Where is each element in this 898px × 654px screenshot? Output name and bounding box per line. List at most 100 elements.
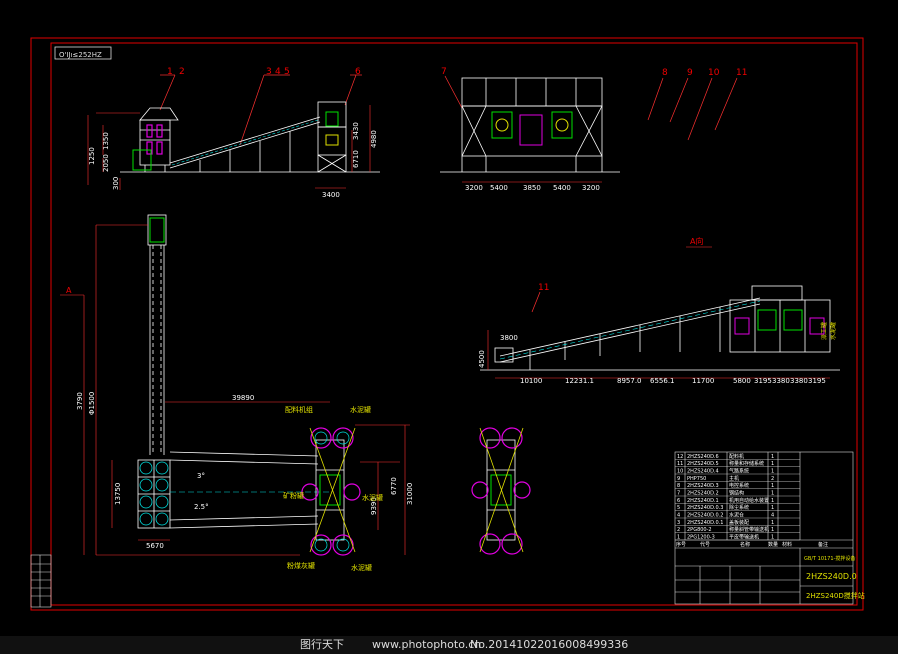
- bom-cell: 盖板装配: [729, 519, 749, 526]
- plan-angle-2: 3°: [197, 472, 205, 480]
- view-a-elev-1: 派工罐: [820, 322, 828, 340]
- watermark-url: www.photophoto.cn: [372, 638, 482, 651]
- part-num-2: 2: [179, 67, 185, 77]
- plan-dim-5670: 5670: [146, 542, 164, 550]
- part-num-6: 6: [355, 67, 361, 77]
- bom-cell: 主机: [729, 475, 739, 482]
- bom-cell: 2HZS240D.6: [687, 454, 719, 460]
- bom-cell: 2PG800-2: [687, 527, 712, 533]
- bom-cell: 除尘系统: [729, 504, 749, 511]
- plan-marker-a: A: [66, 286, 72, 295]
- front-elevation: 7 3200 5400 3850 5400 3200: [440, 67, 620, 192]
- bom-cell: 1: [771, 520, 774, 526]
- bom-cell: 2HZS240D.1: [687, 498, 719, 504]
- bom-cell: 钢结构: [729, 490, 744, 497]
- bom-row-index: 4: [677, 513, 680, 519]
- bom-cell: 4: [771, 513, 774, 519]
- bom-cell: 称量和存储系统: [729, 460, 764, 467]
- bom-row-index: 12: [677, 454, 683, 460]
- plan-dim-3790: 3790: [76, 392, 84, 410]
- plan-label-flyash: 粉煤灰罐: [287, 561, 315, 570]
- bom-row-index: 8: [677, 483, 680, 489]
- bom-cell: 1: [771, 454, 774, 460]
- watermark-footer: 图行天下 www.photophoto.cn No.20141022016008…: [0, 636, 898, 654]
- small-plan-view: [471, 427, 531, 555]
- side-dim-4980: 4980: [370, 130, 378, 148]
- plan-dim-6770: 6770: [390, 477, 398, 495]
- plan-dim-39890: 39890: [232, 394, 254, 402]
- view-a-label: A向: [690, 236, 703, 246]
- side-elevation: 1 2 3 4 5 6 1250 1350 2050 300 3400 6710…: [87, 67, 380, 199]
- title-upper-note: GB/T 10171-搅拌设备: [804, 555, 855, 562]
- bom-cell: 1: [771, 498, 774, 504]
- bom-row-index: 3: [677, 520, 680, 526]
- view-a-dim-5: 6556.1: [650, 377, 675, 385]
- bom-cell: 2HZS240D.3: [687, 483, 719, 489]
- plan-angle-1: 2.5°: [194, 503, 209, 511]
- side-dim-1350: 1350: [102, 132, 110, 150]
- front-dim-0: 3200: [465, 184, 483, 192]
- bom-row-index: 7: [677, 491, 680, 497]
- bom-header-3: 数量: [768, 541, 778, 548]
- bom-cell: 1: [771, 469, 774, 475]
- plan-label-cement-3: 水泥罐: [351, 563, 372, 572]
- bom-cell: 2: [771, 476, 774, 482]
- bom-header-4: 材料: [782, 541, 792, 548]
- view-a: A向 11 派工罐 水泥罐 3800 4500 10100 12231.1 89…: [478, 236, 840, 385]
- bom-cell: 机用自动给水装置: [729, 497, 769, 504]
- side-dim-2050: 2050: [102, 154, 110, 172]
- bom-cell: 1: [771, 505, 774, 511]
- bom-header-0: 序号: [676, 541, 686, 548]
- view-a-dim-8: 3195: [754, 377, 772, 385]
- view-a-dim-7: 5800: [733, 377, 751, 385]
- bom-cell: 2HZS240D.0.3: [687, 505, 723, 511]
- view-a-dim-3: 12231.1: [565, 377, 594, 385]
- bom-cell: 2HZS240D.0.2: [687, 513, 723, 519]
- bom-cell: 2PG1200-3: [687, 535, 715, 541]
- view-a-dim-6: 11700: [692, 377, 714, 385]
- plan-label-cement-2: 水泥罐: [362, 493, 383, 502]
- plan-label-cement-1: 水泥罐: [350, 405, 371, 414]
- part-num-9: 9: [687, 68, 693, 78]
- title-block: 12 2HZS240D.6 配料机 111 2HZS240D.5 称量和存储系统 110 2H…: [674, 451, 865, 605]
- bom-cell: 1: [771, 483, 774, 489]
- view-a-dim-0: 3800: [500, 334, 518, 342]
- side-dim-300: 300: [112, 177, 120, 190]
- bom-row-index: 10: [677, 469, 683, 475]
- bom-cell: 配料机: [729, 453, 744, 460]
- bom-cell: 电控系统: [729, 482, 749, 489]
- plan-dim-31000: 31000: [406, 483, 414, 505]
- bom-row-index: 2: [677, 527, 680, 533]
- part-num-11: 11: [736, 68, 747, 78]
- part-num-3: 3: [266, 67, 272, 77]
- plan-dim-phi1500: Φ1500: [88, 392, 96, 415]
- bom-cell: 2HZS240D.2: [687, 491, 719, 497]
- view-a-elev-2: 水泥罐: [829, 322, 837, 340]
- bom-cell: 2HZS240D.4: [687, 469, 719, 475]
- part-leaders-8-11: 8 9 10 11: [647, 68, 747, 141]
- front-dim-3: 5400: [553, 184, 571, 192]
- watermark-site: 图行天下: [300, 638, 344, 651]
- bom-row-index: 9: [677, 476, 680, 482]
- plan-view: A 3790 Φ1500 39890 5670 13750 6770 9390 …: [60, 214, 414, 572]
- bom-cell: 1: [771, 527, 774, 533]
- bom-header-5: 备注: [818, 541, 828, 548]
- title-drawing-name: 2HZS240D搅拌站: [806, 591, 865, 600]
- view-a-dim-1: 4500: [478, 350, 486, 368]
- view-a-dim-9: 3380: [772, 377, 790, 385]
- view-a-dim-11: 3195: [808, 377, 826, 385]
- part-num-5: 5: [284, 67, 290, 77]
- bom-row-index: 11: [677, 461, 683, 467]
- bom-cell: 2HZS240D.0.1: [687, 520, 723, 526]
- view-a-part-11: 11: [538, 283, 549, 293]
- part-num-7: 7: [441, 67, 447, 77]
- bom-cell: 称量斜管带输送机: [729, 526, 769, 533]
- part-num-1: 1: [167, 67, 173, 77]
- plan-dim-13750: 13750: [114, 483, 122, 505]
- left-signature-block: [30, 554, 52, 608]
- bom-header-1: 代号: [700, 541, 710, 548]
- bom-row-index: 6: [677, 498, 680, 504]
- side-dim-6710: 6710: [352, 150, 360, 168]
- side-dim-3400: 3400: [322, 191, 340, 199]
- side-dim-1250: 1250: [88, 147, 96, 165]
